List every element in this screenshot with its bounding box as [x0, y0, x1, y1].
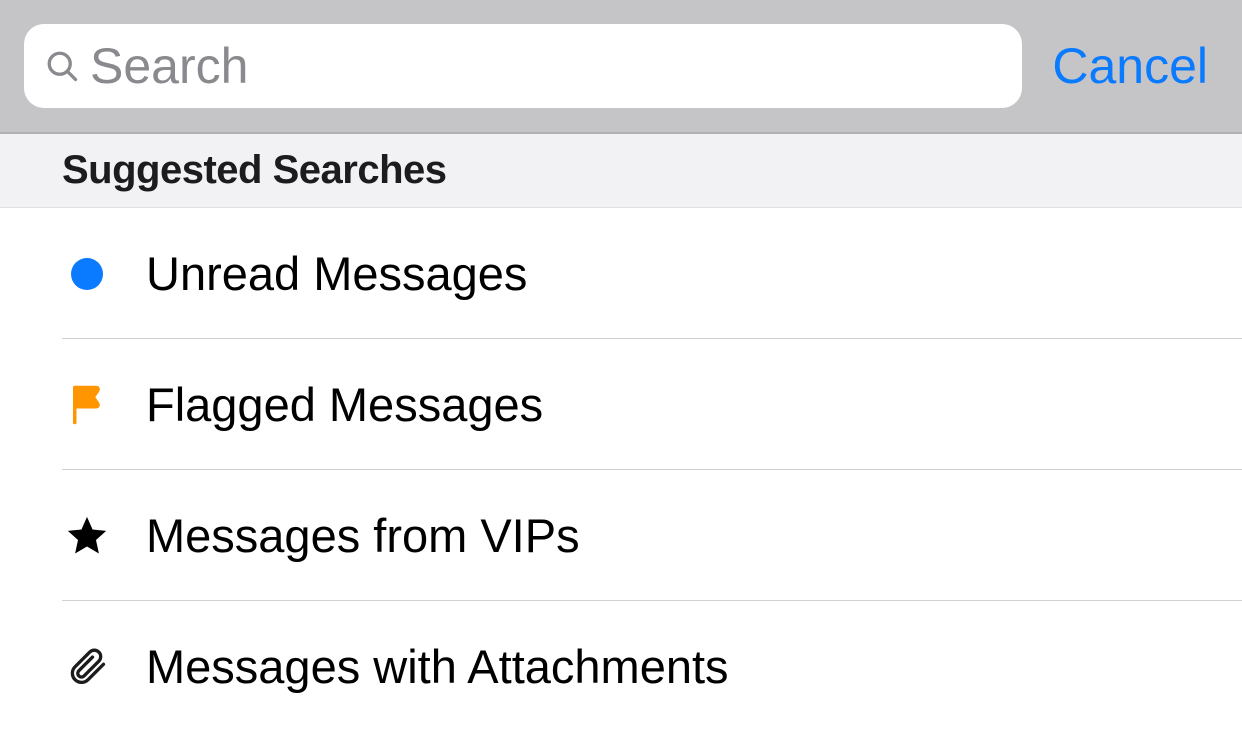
suggestion-flagged[interactable]: Flagged Messages [0, 339, 1242, 470]
search-icon [44, 48, 80, 84]
star-icon [62, 511, 112, 561]
search-input[interactable] [88, 37, 1002, 95]
suggestion-label: Messages with Attachments [146, 639, 729, 694]
unread-dot-icon [62, 249, 112, 299]
search-bar: Cancel [0, 0, 1242, 134]
section-header: Suggested Searches [0, 134, 1242, 208]
suggestion-label: Unread Messages [146, 246, 527, 301]
paperclip-icon [62, 642, 112, 692]
suggestion-label: Messages from VIPs [146, 508, 580, 563]
flag-icon [62, 380, 112, 430]
cancel-button[interactable]: Cancel [1052, 37, 1208, 95]
suggestion-attachments[interactable]: Messages with Attachments [0, 601, 1242, 732]
search-input-wrapper[interactable] [24, 24, 1022, 108]
suggestion-vip[interactable]: Messages from VIPs [0, 470, 1242, 601]
suggestion-unread[interactable]: Unread Messages [0, 208, 1242, 339]
suggestions-list: Unread Messages Flagged Messages Message… [0, 208, 1242, 732]
suggestion-label: Flagged Messages [146, 377, 543, 432]
